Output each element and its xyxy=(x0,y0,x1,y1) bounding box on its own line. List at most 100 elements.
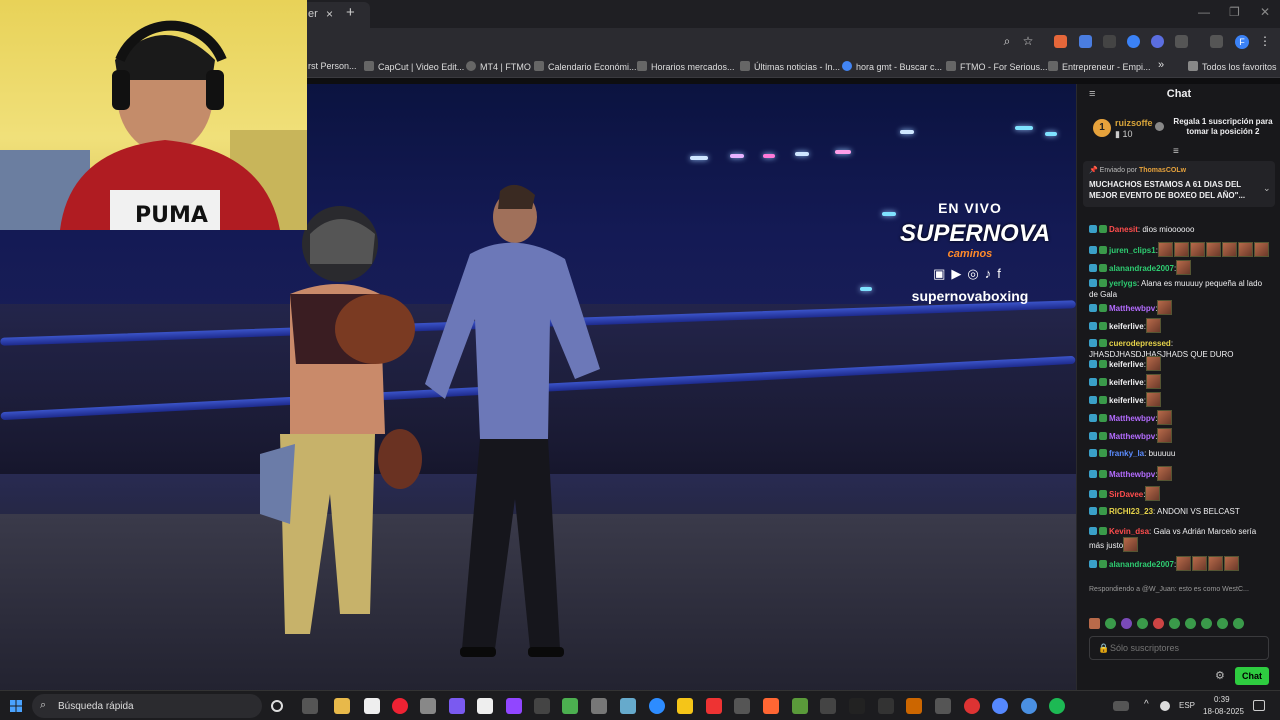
chat-input-field[interactable] xyxy=(1090,637,1268,659)
minecraft-icon[interactable] xyxy=(792,698,808,714)
notifications-icon[interactable] xyxy=(1253,700,1265,711)
copilot-icon[interactable] xyxy=(449,698,465,714)
chat-username[interactable]: Matthewbpv xyxy=(1109,470,1155,479)
app-icon[interactable] xyxy=(562,698,578,714)
bookmark-item[interactable]: Calendario Económi... xyxy=(534,61,637,72)
chat-username[interactable]: franky_la xyxy=(1109,449,1144,458)
emote-icon[interactable] xyxy=(1169,618,1180,629)
chat-username[interactable]: keiferlive xyxy=(1109,322,1144,331)
chat-username[interactable]: yerlygs xyxy=(1109,279,1137,288)
taskbar-search[interactable]: ⌕ Búsqueda rápida xyxy=(32,694,262,718)
opera-icon[interactable] xyxy=(392,698,408,714)
emote-icon[interactable] xyxy=(1153,618,1164,629)
tiktok-icon[interactable] xyxy=(849,698,865,714)
app-icon[interactable] xyxy=(906,698,922,714)
zoom-app-icon[interactable] xyxy=(649,698,665,714)
discord-icon[interactable] xyxy=(992,698,1008,714)
document-icon[interactable] xyxy=(477,698,493,714)
app-icon[interactable] xyxy=(878,698,894,714)
bookmark-item[interactable]: MT4 | FTMO xyxy=(466,61,531,72)
chevron-down-icon[interactable]: ⌄ xyxy=(1263,183,1271,194)
app-icon[interactable] xyxy=(420,698,436,714)
pinned-message[interactable]: 📌 Enviado por ThomasCOLw MUCHACHOS ESTAM… xyxy=(1083,161,1275,207)
tray-chevron-icon[interactable]: ^ xyxy=(1144,699,1149,710)
bookmark-item[interactable]: Últimas noticias - In... xyxy=(740,61,840,72)
emote-bar[interactable] xyxy=(1089,616,1273,630)
emote-icon[interactable] xyxy=(1217,618,1228,629)
emote-icon[interactable] xyxy=(1137,618,1148,629)
bookmark-item[interactable]: hora gmt - Buscar c... xyxy=(842,61,942,72)
profile-avatar[interactable]: F xyxy=(1235,35,1249,49)
bookmark-star-icon[interactable]: ☆ xyxy=(1021,34,1035,48)
cortana-icon[interactable] xyxy=(271,700,283,712)
app-icon[interactable] xyxy=(734,698,750,714)
app-icon[interactable] xyxy=(964,698,980,714)
reading-list-icon[interactable] xyxy=(1210,35,1223,48)
chat-username[interactable]: SirDavee xyxy=(1109,490,1143,499)
chat-username[interactable]: alanandrade2007 xyxy=(1109,560,1174,569)
bookmark-item[interactable]: CapCut | Video Edit... xyxy=(364,61,464,72)
chat-username[interactable]: juren_clips1 xyxy=(1109,246,1156,255)
spotify-icon[interactable] xyxy=(1049,698,1065,714)
chat-username[interactable]: Matthewbpv xyxy=(1109,432,1155,441)
bookmark-item[interactable]: rst Person... xyxy=(308,61,357,71)
extension-icon[interactable] xyxy=(1151,35,1164,48)
bookmark-item[interactable]: FTMO - For Serious... xyxy=(946,61,1048,72)
app-icon[interactable] xyxy=(620,698,636,714)
bookmark-item[interactable]: Entrepreneur - Empi... xyxy=(1048,61,1151,72)
emote-icon[interactable] xyxy=(1089,618,1100,629)
zoom-icon[interactable]: ⌕ xyxy=(1000,34,1014,48)
gift-sub-offer[interactable]: Regala 1 suscripción para tomar la posic… xyxy=(1167,117,1279,137)
chat-input[interactable]: 🔒 xyxy=(1089,636,1269,660)
extension-icon[interactable] xyxy=(1103,35,1116,48)
emote-icon[interactable] xyxy=(1233,618,1244,629)
clock-time[interactable]: 0:39 xyxy=(1214,695,1230,704)
translate-icon[interactable] xyxy=(1079,35,1092,48)
chat-username[interactable]: keiferlive xyxy=(1109,378,1144,387)
settings-icon[interactable] xyxy=(534,698,550,714)
bookmark-item[interactable]: Horarios mercados... xyxy=(637,61,735,72)
chat-username[interactable]: Danesit xyxy=(1109,225,1138,234)
bookmarks-more-icon[interactable]: » xyxy=(1158,59,1164,71)
extensions-puzzle-icon[interactable] xyxy=(1175,35,1188,48)
emote-icon[interactable] xyxy=(1185,618,1196,629)
close-window-icon[interactable]: ✕ xyxy=(1260,5,1270,19)
task-view-icon[interactable] xyxy=(302,698,318,714)
all-favorites-folder[interactable]: Todos los favoritos xyxy=(1188,61,1277,72)
chat-username[interactable]: keiferlive xyxy=(1109,360,1144,369)
file-explorer-icon[interactable] xyxy=(334,698,350,714)
chat-username[interactable]: alanandrade2007 xyxy=(1109,264,1174,273)
windows-start-icon[interactable] xyxy=(10,700,22,712)
notes-icon[interactable] xyxy=(677,698,693,714)
chrome-icon[interactable] xyxy=(1021,698,1037,714)
emote-icon[interactable] xyxy=(1105,618,1116,629)
chat-username[interactable]: Kevin_dsa xyxy=(1109,527,1149,536)
network-icon[interactable] xyxy=(1160,701,1170,711)
emote-icon[interactable] xyxy=(1201,618,1212,629)
app-icon[interactable] xyxy=(935,698,951,714)
filter-icon[interactable]: ≡ xyxy=(1173,146,1179,157)
emote-icon[interactable] xyxy=(1121,618,1132,629)
notepad-icon[interactable] xyxy=(364,698,380,714)
extension-icon[interactable] xyxy=(1054,35,1067,48)
top-gifter-name[interactable]: ruizsoffe xyxy=(1115,118,1153,128)
chat-username[interactable]: cuerodepressed xyxy=(1109,339,1171,348)
twitch-icon[interactable] xyxy=(506,698,522,714)
chat-username[interactable]: RICHI23_23 xyxy=(1109,507,1153,516)
brave-icon[interactable] xyxy=(763,698,779,714)
tiktok-icon[interactable] xyxy=(706,698,722,714)
chat-username[interactable]: Matthewbpv xyxy=(1109,414,1155,423)
chat-send-button[interactable]: Chat xyxy=(1235,667,1269,685)
restore-icon[interactable]: ❐ xyxy=(1229,5,1240,19)
menu-dots-icon[interactable]: ⋮ xyxy=(1258,34,1272,48)
language-indicator[interactable]: ESP xyxy=(1179,701,1195,710)
clock-date[interactable]: 18-08-2025 xyxy=(1203,707,1244,716)
app-icon[interactable] xyxy=(591,698,607,714)
gear-icon[interactable]: ⚙ xyxy=(1215,669,1225,682)
keyboard-icon[interactable] xyxy=(1113,701,1129,711)
chat-username[interactable]: keiferlive xyxy=(1109,396,1144,405)
extension-icon[interactable] xyxy=(1127,35,1140,48)
chat-username[interactable]: Matthewbpv xyxy=(1109,304,1155,313)
new-tab-icon[interactable]: + xyxy=(346,4,355,21)
capcut-icon[interactable] xyxy=(820,698,836,714)
